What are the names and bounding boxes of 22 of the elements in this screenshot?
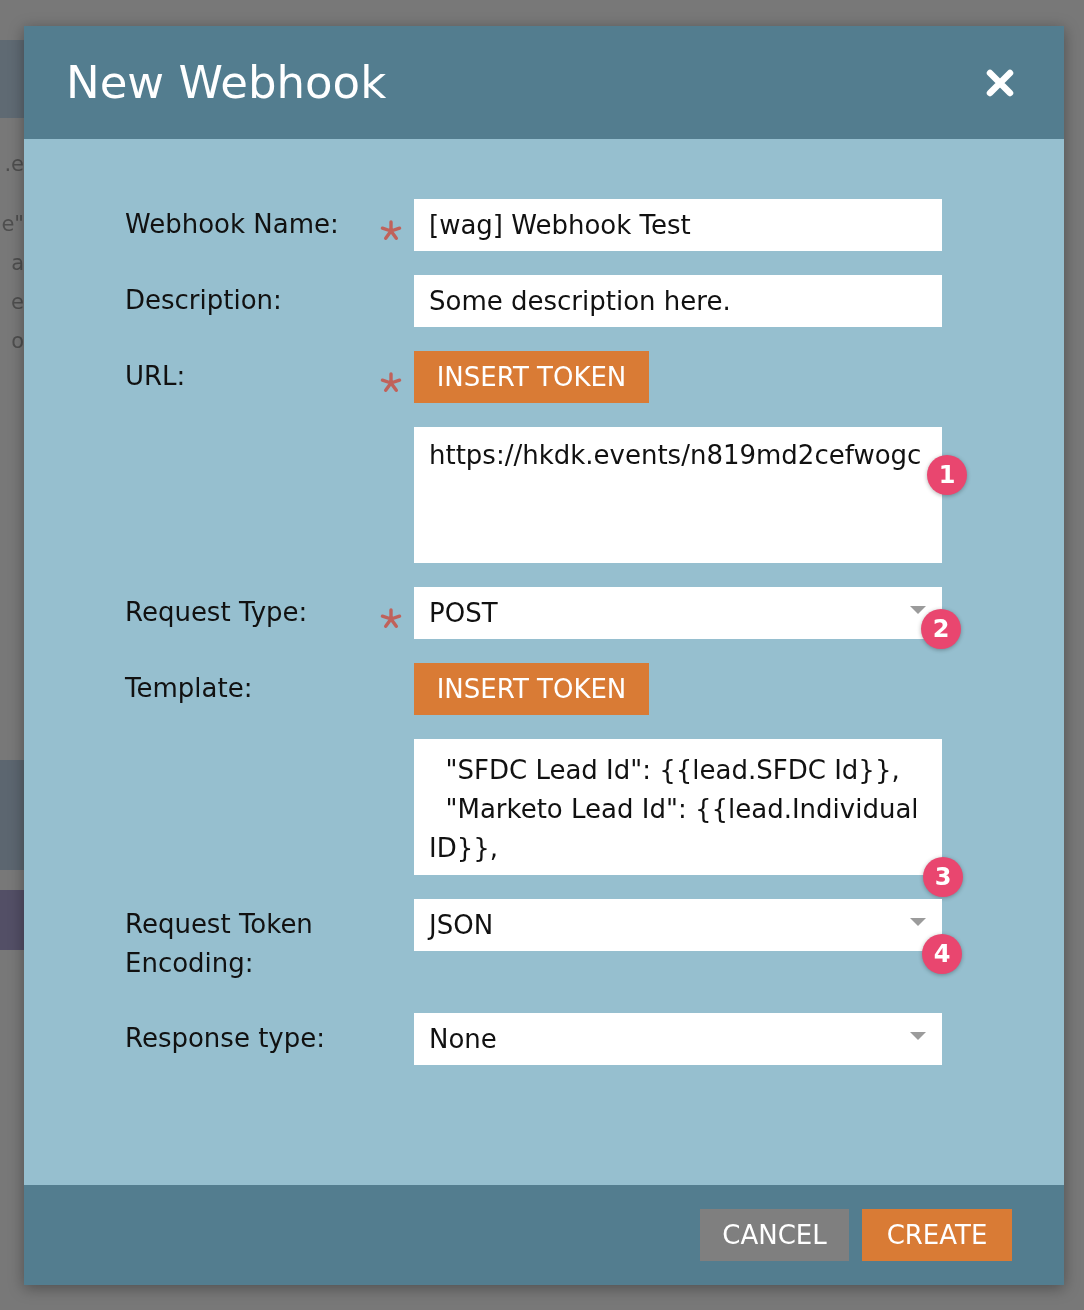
text-area-field[interactable]: https://hkdk.events/n819md2cefwogc <box>414 427 942 563</box>
dropdown-caret-icon <box>910 918 926 926</box>
number-badge: 1 <box>927 455 967 495</box>
dropdown-caret-icon <box>910 606 926 614</box>
number-badge: 2 <box>921 609 961 649</box>
field-label: Response type: <box>125 1022 326 1055</box>
dropdown-field[interactable]: None <box>414 1013 942 1065</box>
field-label: Description: <box>125 284 283 317</box>
field-label: URL: <box>125 360 187 393</box>
dropdown-caret-icon <box>910 1032 926 1040</box>
field-label: Request Type: <box>125 596 309 629</box>
background-panel <box>0 890 24 950</box>
cancel-button[interactable]: CANCEL <box>700 1209 849 1261</box>
number-badge: 4 <box>922 934 962 974</box>
text-field[interactable]: Some description here. <box>414 275 942 327</box>
close-icon[interactable] <box>986 68 1014 97</box>
field-label: Webhook Name: <box>125 208 340 241</box>
text-field[interactable]: [wag] Webhook Test <box>414 199 942 251</box>
number-badge: 3 <box>923 857 963 897</box>
field-label: Request Token Encoding: <box>125 908 314 980</box>
field-label: Template: <box>125 672 254 705</box>
dialog-title: New Webhook <box>66 54 387 111</box>
